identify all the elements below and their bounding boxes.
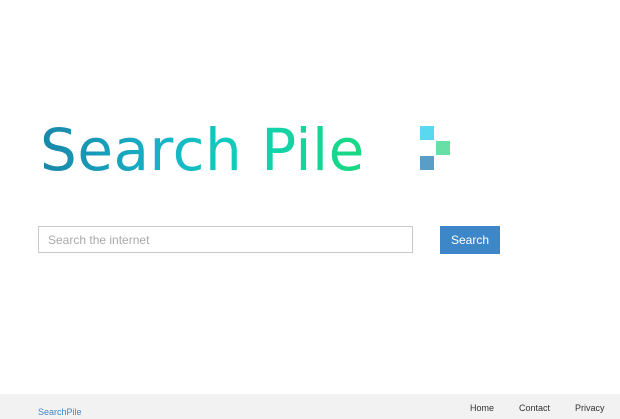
- logo-square-middle: [436, 141, 450, 155]
- footer-link-privacy[interactable]: Privacy: [575, 403, 605, 413]
- logo-square-bottom: [420, 156, 434, 170]
- footer-link-contact[interactable]: Contact: [519, 403, 550, 413]
- search-form: Search: [38, 226, 500, 255]
- search-button[interactable]: Search: [440, 226, 500, 254]
- footer: SearchPile Home Contact Privacy: [0, 394, 620, 419]
- footer-brand-link[interactable]: SearchPile: [38, 407, 82, 417]
- logo-mark-icon: [420, 126, 454, 174]
- logo-square-top: [420, 126, 434, 140]
- footer-link-home[interactable]: Home: [470, 403, 494, 413]
- page: Search Pile Search SearchPile Home Conta…: [0, 0, 620, 419]
- logo-text: Search Pile: [40, 116, 365, 184]
- logo: Search Pile: [40, 110, 450, 190]
- search-input[interactable]: [38, 226, 413, 253]
